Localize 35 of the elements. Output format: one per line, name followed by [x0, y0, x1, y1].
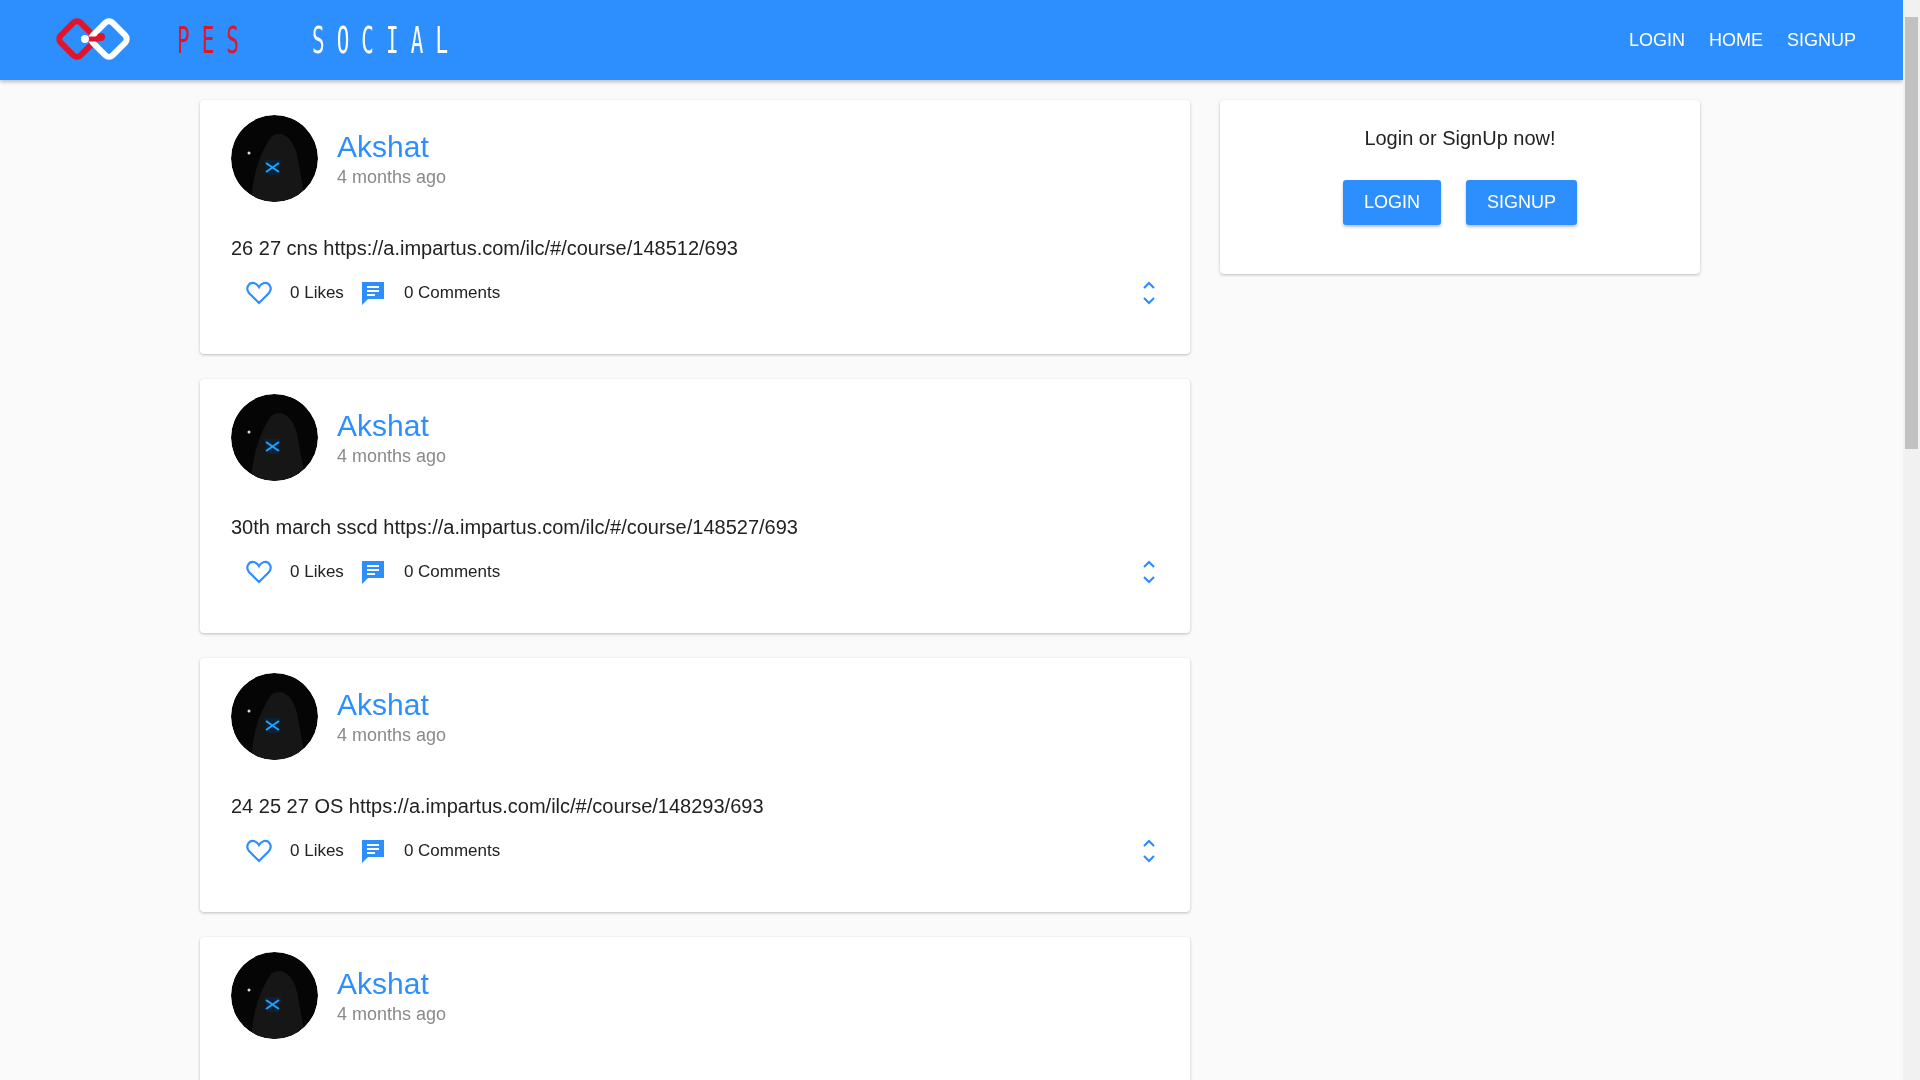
comments-count: 0 Comments — [403, 562, 501, 582]
comment-icon[interactable] — [359, 559, 386, 585]
login-prompt: Login or SignUp now! — [1364, 127, 1556, 150]
heart-icon[interactable] — [246, 560, 272, 584]
likes-count: 0 Likes — [290, 562, 344, 582]
author-name[interactable]: Akshat — [337, 966, 447, 1002]
author-name[interactable]: Akshat — [337, 129, 447, 165]
auth-button[interactable]: LOGIN — [1343, 180, 1441, 225]
heart-icon[interactable] — [246, 281, 272, 305]
comments-count: 0 Comments — [403, 283, 501, 303]
author-name[interactable]: Akshat — [337, 687, 447, 723]
brand-name: PES — [177, 18, 252, 62]
post-text: 30th march sscd https://a.impartus.com/ilc/#/course/148527/693 — [231, 516, 799, 539]
comments-count: 0 Comments — [403, 841, 501, 861]
likes-count: 0 Likes — [290, 283, 344, 303]
expand-icon[interactable] — [1142, 559, 1156, 585]
nav-link[interactable]: LOGIN — [1628, 29, 1685, 51]
post-time: 4 months ago — [337, 446, 447, 467]
comment-icon[interactable] — [359, 838, 386, 864]
brand-name: SOCIAL — [311, 18, 460, 62]
comment-icon[interactable] — [359, 280, 386, 306]
scrollbar[interactable] — [1903, 0, 1920, 1080]
post-text: 24 25 27 OS https://a.impartus.com/ilc/#/course/148293/693 — [231, 795, 765, 818]
expand-icon[interactable] — [1142, 280, 1156, 306]
expand-icon[interactable] — [1142, 838, 1156, 864]
post-time: 4 months ago — [337, 167, 447, 188]
post-time: 4 months ago — [337, 1004, 447, 1025]
author-name[interactable]: Akshat — [337, 408, 447, 444]
auth-button[interactable]: SIGNUP — [1466, 180, 1577, 225]
likes-count: 0 Likes — [290, 841, 344, 861]
nav-link[interactable]: SIGNUP — [1787, 29, 1856, 51]
heart-icon[interactable] — [246, 839, 272, 863]
post-text: 26 27 cns https://a.impartus.com/ilc/#/course/148512/693 — [231, 237, 739, 260]
nav-link[interactable]: HOME — [1709, 29, 1763, 51]
post-time: 4 months ago — [337, 725, 447, 746]
